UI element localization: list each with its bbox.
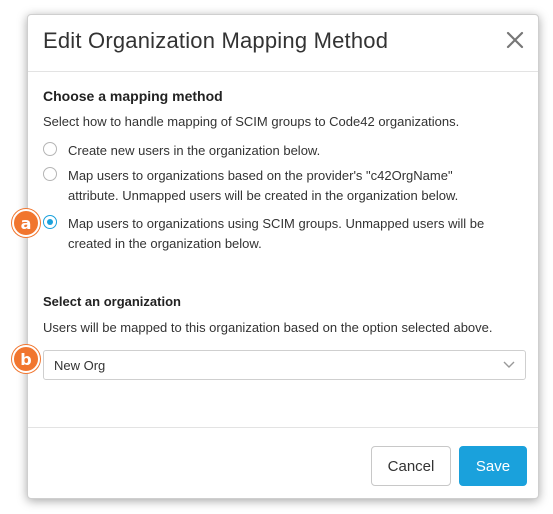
callout-badge-b: b (12, 345, 40, 373)
mapping-method-heading: Choose a mapping method (43, 88, 223, 104)
mapping-option-label: Map users to organizations based on the … (68, 168, 459, 203)
mapping-option-label: Map users to organizations using SCIM gr… (68, 216, 485, 251)
radio-scim-groups[interactable] (43, 215, 57, 229)
organization-description: Users will be mapped to this organizatio… (43, 320, 493, 335)
mapping-option-label: Create new users in the organization bel… (68, 143, 321, 158)
dialog-footer: Cancel Save (28, 427, 538, 500)
save-button[interactable]: Save (459, 446, 527, 486)
organization-heading: Select an organization (43, 294, 181, 309)
radio-create-new[interactable] (43, 142, 57, 156)
cancel-button[interactable]: Cancel (371, 446, 451, 486)
dialog-title: Edit Organization Mapping Method (43, 28, 389, 53)
close-button[interactable] (504, 29, 526, 51)
mapping-method-description: Select how to handle mapping of SCIM gro… (43, 114, 460, 129)
dialog-header: Edit Organization Mapping Method (28, 15, 538, 72)
organization-select-value: New Org (54, 358, 106, 373)
callout-badge-a: a (12, 209, 40, 237)
close-icon (506, 31, 524, 49)
chevron-down-icon (503, 361, 515, 368)
edit-mapping-dialog: Edit Organization Mapping Method Choose … (27, 14, 539, 499)
radio-attribute[interactable] (43, 167, 57, 181)
organization-select[interactable]: New Org (43, 350, 526, 380)
